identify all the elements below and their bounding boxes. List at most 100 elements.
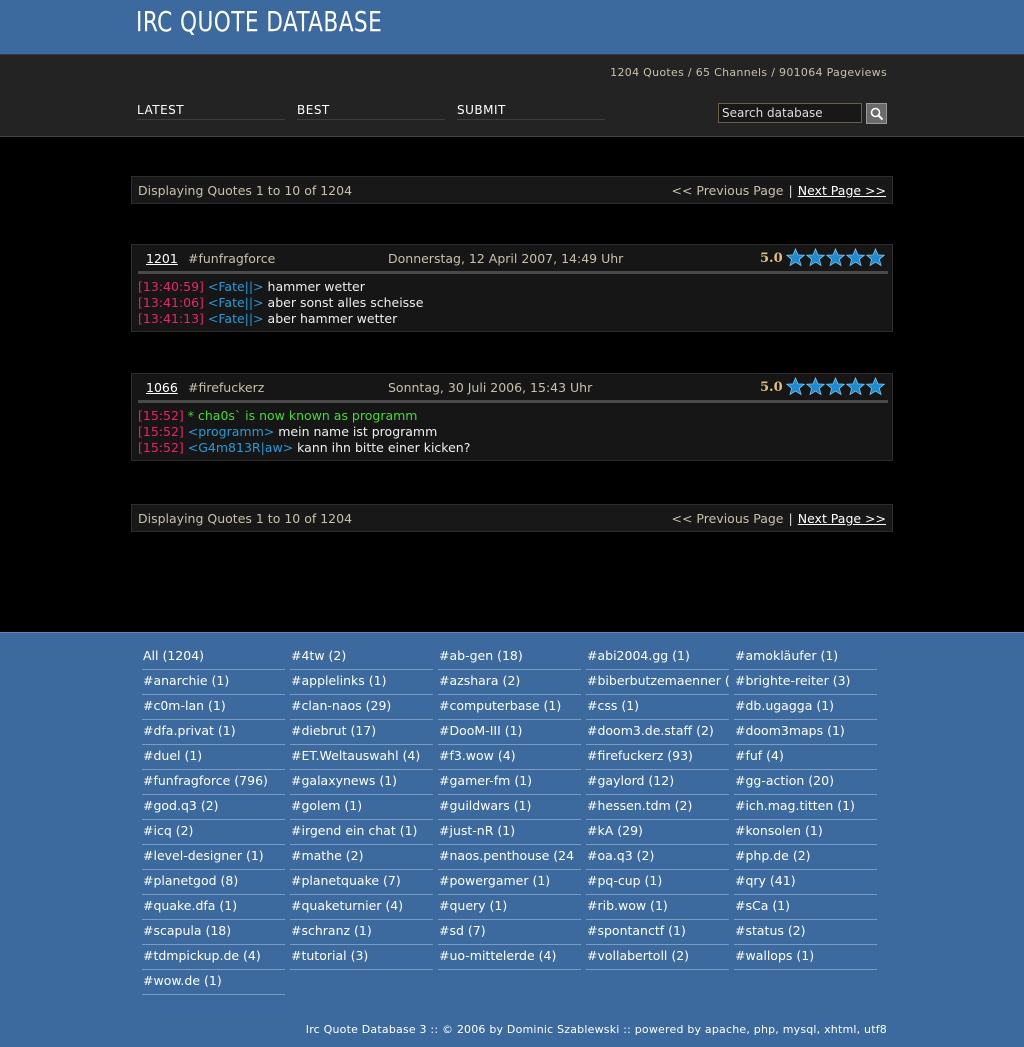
channel-link[interactable]: #guildwars (1) (438, 795, 581, 820)
header-bar: IRC QUOTE DATABASE (0, 0, 1024, 54)
channel-link[interactable]: #applelinks (1) (290, 670, 433, 695)
star-icon[interactable] (866, 377, 885, 396)
line-nick: <Fate||> (207, 311, 264, 326)
line-timestamp: [13:40:59] (138, 279, 204, 294)
channel-link[interactable]: #hessen.tdm (2) (586, 795, 729, 820)
channel-link[interactable]: #azshara (2) (438, 670, 581, 695)
channel-link[interactable]: #icq (2) (142, 820, 285, 845)
star-icon[interactable] (846, 377, 865, 396)
channel-link[interactable]: #c0m-lan (1) (142, 695, 285, 720)
channel-link[interactable]: #scapula (18) (142, 920, 285, 945)
channel-link[interactable]: #tdmpickup.de (4) (142, 945, 285, 970)
channel-link[interactable]: #gg-action (20) (734, 770, 877, 795)
site-title[interactable]: IRC QUOTE DATABASE (136, 5, 382, 38)
channel-link[interactable]: #status (2) (734, 920, 877, 945)
channel-link[interactable]: #php.de (2) (734, 845, 877, 870)
quote-date: Donnerstag, 12 April 2007, 14:49 Uhr (388, 251, 624, 266)
channel-link[interactable]: #powergamer (1) (438, 870, 581, 895)
channel-link[interactable]: #sCa (1) (734, 895, 877, 920)
channel-link[interactable]: #duel (1) (142, 745, 285, 770)
channel-link[interactable]: #spontanctf (1) (586, 920, 729, 945)
channel-link[interactable]: #biberbutzemaenner ( (586, 670, 729, 695)
pager-displaying: Displaying Quotes 1 to 10 of 1204 (138, 183, 353, 198)
channel-link[interactable]: #konsolen (1) (734, 820, 877, 845)
channel-link[interactable]: #dfa.privat (1) (142, 720, 285, 745)
channel-link[interactable]: #qry (41) (734, 870, 877, 895)
channel-link[interactable]: #quaketurnier (4) (290, 895, 433, 920)
channel-link[interactable]: #ET.Weltauswahl (4) (290, 745, 433, 770)
channel-link[interactable]: #quake.dfa (1) (142, 895, 285, 920)
channel-link[interactable]: #vollabertoll (2) (586, 945, 729, 970)
quote-card: 1066 #firefuckerz Sonntag, 30 Juli 2006,… (131, 373, 893, 461)
quote-lines: [15:52] * cha0s` is now known as program… (138, 408, 470, 456)
channel-link[interactable]: #wow.de (1) (142, 970, 285, 995)
channel-link[interactable]: #rib.wow (1) (586, 895, 729, 920)
channel-link[interactable]: #fuf (4) (734, 745, 877, 770)
nav-best-link[interactable]: BEST (297, 103, 445, 120)
channel-link[interactable]: #gaylord (12) (586, 770, 729, 795)
channel-link[interactable]: #DooM-III (1) (438, 720, 581, 745)
quote-id-link[interactable]: 1201 (146, 251, 178, 266)
channel-link[interactable]: All (1204) (142, 645, 285, 670)
channel-link[interactable]: #kA (29) (586, 820, 729, 845)
channel-link[interactable]: #clan-naos (29) (290, 695, 433, 720)
nav-latest-link[interactable]: LATEST (137, 103, 285, 120)
next-page-link[interactable]: Next Page >> (798, 183, 886, 198)
channel-link[interactable]: #mathe (2) (290, 845, 433, 870)
channel-link[interactable]: #galaxynews (1) (290, 770, 433, 795)
star-icon[interactable] (826, 248, 845, 267)
channel-link[interactable]: #golem (1) (290, 795, 433, 820)
channel-link[interactable]: #pq-cup (1) (586, 870, 729, 895)
star-icon[interactable] (786, 248, 805, 267)
search-button[interactable] (866, 103, 887, 124)
channel-link[interactable]: #tutorial (3) (290, 945, 433, 970)
star-icon[interactable] (806, 248, 825, 267)
star-icon[interactable] (806, 377, 825, 396)
channel-link[interactable]: #db.ugagga (1) (734, 695, 877, 720)
channel-link[interactable]: #4tw (2) (290, 645, 433, 670)
channel-link[interactable]: #funfragforce (796) (142, 770, 285, 795)
quote-id-link[interactable]: 1066 (146, 380, 178, 395)
nav-submit-link[interactable]: SUBMIT (457, 103, 605, 120)
channel-link[interactable]: #computerbase (1) (438, 695, 581, 720)
channel-link[interactable]: #uo-mittelerde (4) (438, 945, 581, 970)
channel-link[interactable]: #just-nR (1) (438, 820, 581, 845)
navigation-bar: 1204 Quotes / 65 Channels / 901064 Pagev… (0, 54, 1024, 137)
channel-link[interactable]: #abi2004.gg (1) (586, 645, 729, 670)
channel-link[interactable]: #wallops (1) (734, 945, 877, 970)
channel-link[interactable]: #oa.q3 (2) (586, 845, 729, 870)
channel-link[interactable]: #naos.penthouse (24 (438, 845, 581, 870)
channel-link[interactable]: #doom3.de.staff (2) (586, 720, 729, 745)
next-page-link[interactable]: Next Page >> (798, 511, 886, 526)
line-nick: <Fate||> (207, 279, 264, 294)
channel-link[interactable]: #query (1) (438, 895, 581, 920)
channel-link[interactable]: #irgend ein chat (1) (290, 820, 433, 845)
search-input[interactable] (718, 103, 862, 123)
line-timestamp: [15:52] (138, 424, 184, 439)
channel-link[interactable]: #diebrut (17) (290, 720, 433, 745)
channel-link[interactable]: #css (1) (586, 695, 729, 720)
channel-link[interactable]: #gamer-fm (1) (438, 770, 581, 795)
channel-link[interactable]: #level-designer (1) (142, 845, 285, 870)
star-icon[interactable] (866, 248, 885, 267)
channel-link[interactable]: #ich.mag.titten (1) (734, 795, 877, 820)
star-icon[interactable] (826, 377, 845, 396)
channel-link[interactable]: #sd (7) (438, 920, 581, 945)
star-icon[interactable] (846, 248, 865, 267)
channel-link[interactable]: #amokläufer (1) (734, 645, 877, 670)
channel-link[interactable]: #f3.wow (4) (438, 745, 581, 770)
channel-link[interactable]: #anarchie (1) (142, 670, 285, 695)
channel-link[interactable]: #planetquake (7) (290, 870, 433, 895)
pager-bottom: Displaying Quotes 1 to 10 of 1204 << Pre… (131, 504, 893, 532)
channel-link[interactable]: #schranz (1) (290, 920, 433, 945)
channel-link[interactable]: #god.q3 (2) (142, 795, 285, 820)
channel-link[interactable]: #brighte-reiter (3) (734, 670, 877, 695)
previous-page-link[interactable]: << Previous Page (672, 511, 784, 526)
pager-nav: << Previous Page | Next Page >> (672, 183, 886, 198)
channel-link[interactable]: #planetgod (8) (142, 870, 285, 895)
channel-link[interactable]: #ab-gen (18) (438, 645, 581, 670)
channel-link[interactable]: #firefuckerz (93) (586, 745, 729, 770)
previous-page-link[interactable]: << Previous Page (672, 183, 784, 198)
channel-link[interactable]: #doom3maps (1) (734, 720, 877, 745)
star-icon[interactable] (786, 377, 805, 396)
